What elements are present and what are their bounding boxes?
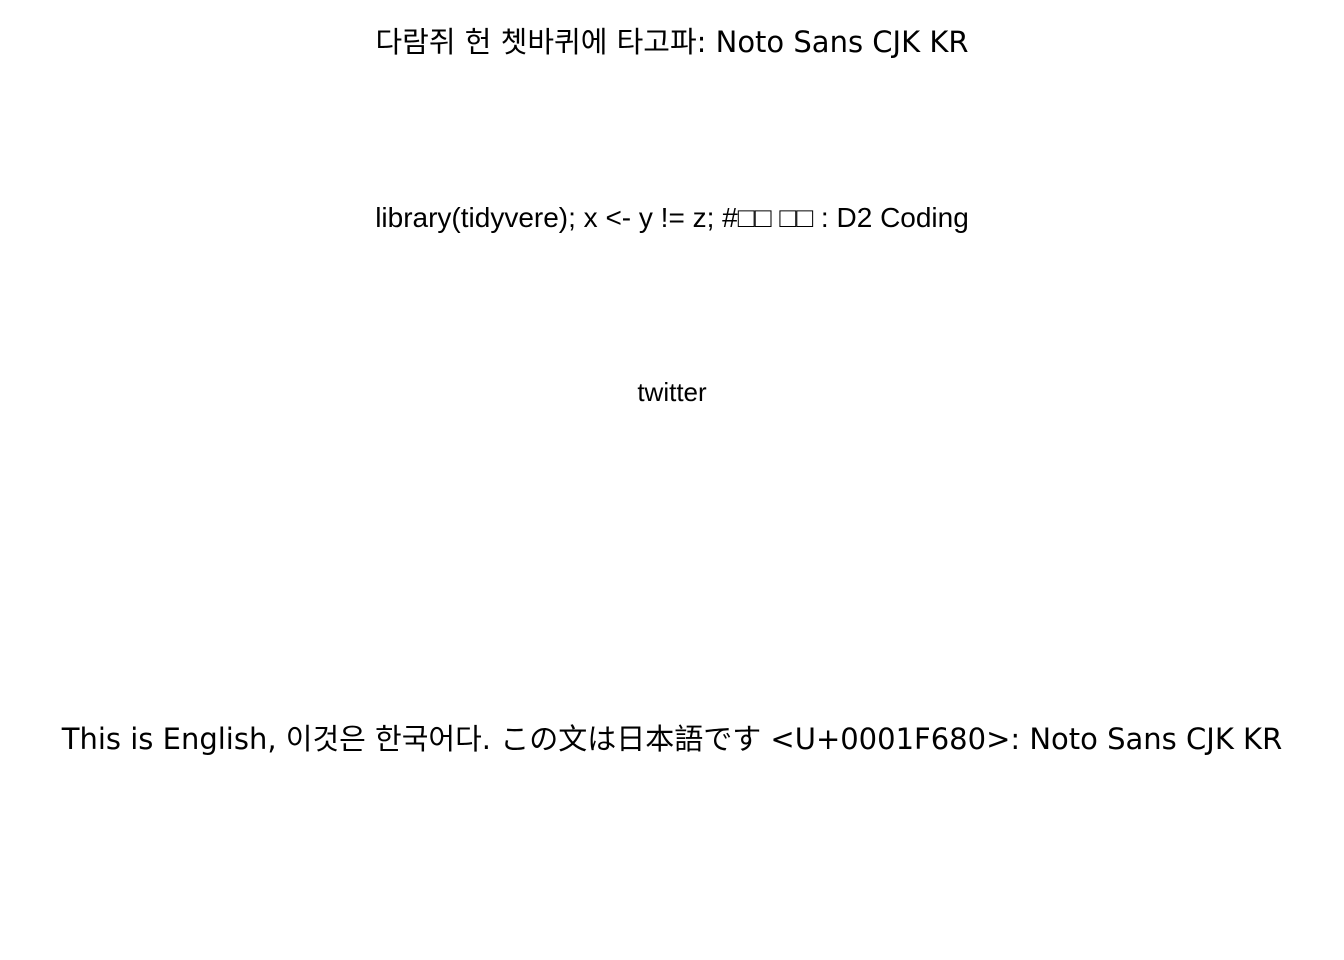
hangul-sample-text: 다람쥐 헌 쳇바퀴에 타고파: Noto Sans CJK KR <box>375 25 969 59</box>
multilingual-sample-text: This is English, 이것은 한국어다. この文は日本語です <U+… <box>61 722 1283 756</box>
twitter-sample-text: twitter <box>637 377 707 407</box>
code-sample-text: library(tidyvere); x <- y != z; #□□ □□ :… <box>375 202 969 233</box>
